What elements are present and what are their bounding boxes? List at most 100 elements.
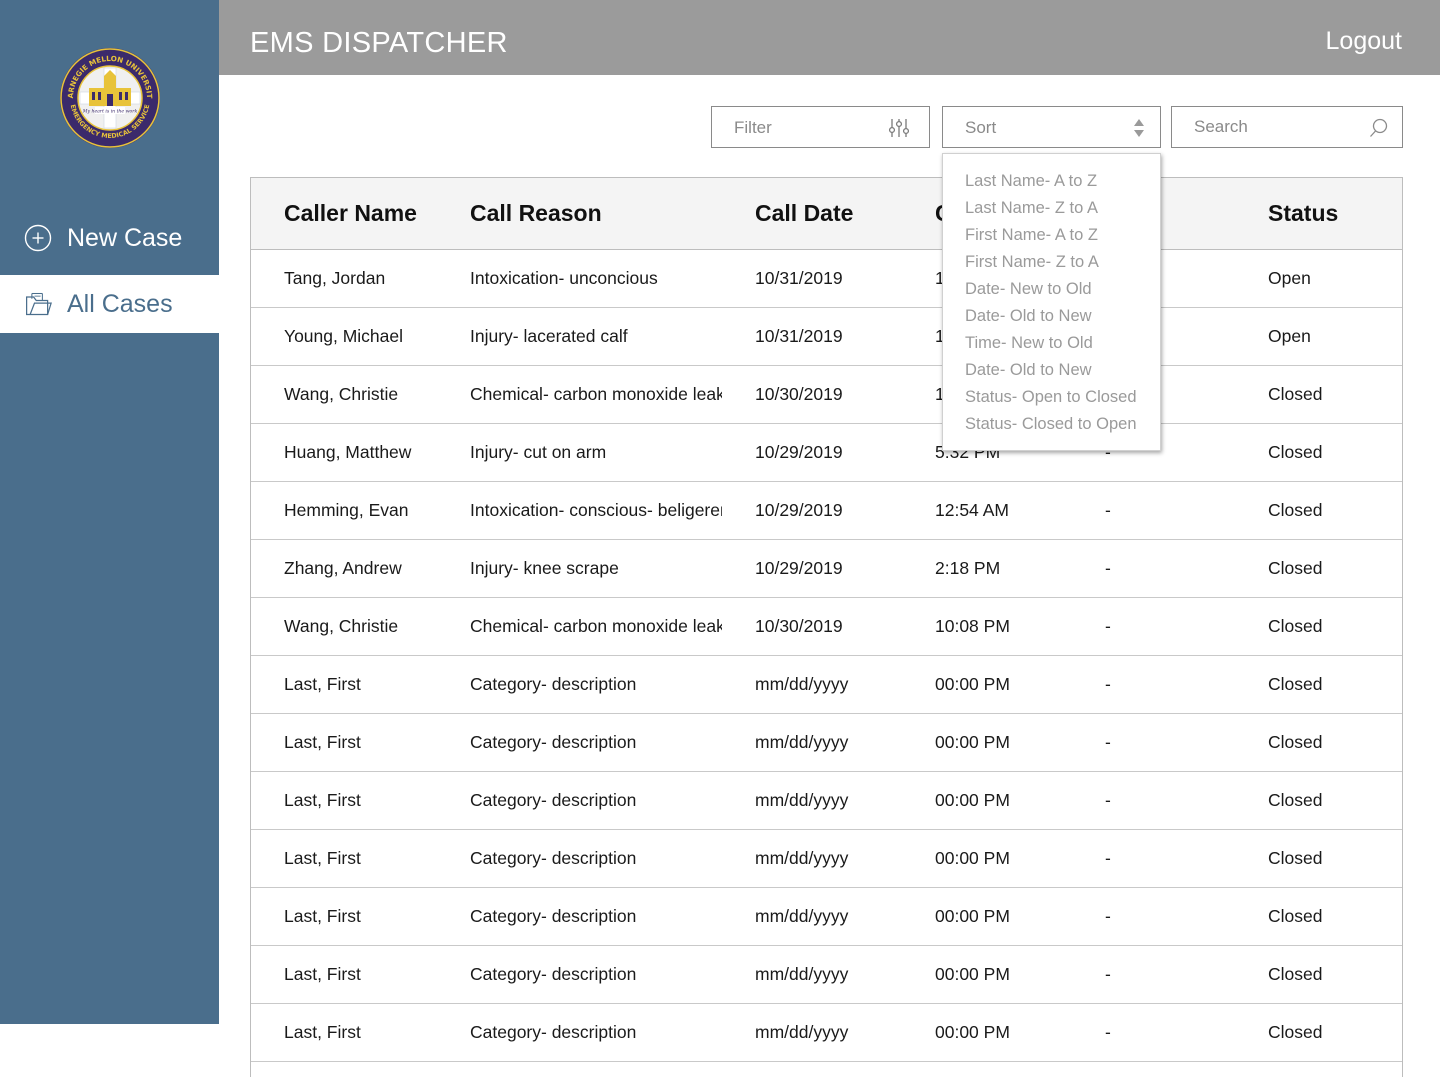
table-row[interactable]: Last, First Category- description mm/dd/yy… <box>251 713 1402 772</box>
cell-call-date: 10/31/2019 <box>722 249 902 308</box>
table-header-row: Caller Name Call Reason Call Date C ETA … <box>251 178 1402 250</box>
sort-option[interactable]: First Name- Z to A <box>943 249 1160 276</box>
cell-call-date: mm/dd/yyyy <box>722 1003 902 1062</box>
cell-call-reason: Chemical- carbon monoxide leak <box>437 365 722 424</box>
cell-eta: - <box>1072 945 1235 1004</box>
table-row[interactable]: Last, First Category- description mm/dd/yy… <box>251 945 1402 1004</box>
table-row[interactable]: Young, Michael Injury- lacerated calf 10/3… <box>251 307 1402 366</box>
cell-eta: - <box>1072 597 1235 656</box>
table-row[interactable]: Zhang, Andrew Injury- knee scrape 10/29/20… <box>251 539 1402 598</box>
cell-call-time: 00:00 PM <box>902 655 1072 714</box>
sort-select[interactable]: Sort <box>942 106 1161 148</box>
sort-option[interactable]: Date- Old to New <box>943 303 1160 330</box>
cell-caller-name: Wang, Christie <box>251 597 437 656</box>
cell-status: Closed <box>1235 1003 1402 1062</box>
sort-option[interactable]: First Name- A to Z <box>943 222 1160 249</box>
table-row[interactable]: Last, First Category- description mm/dd/yy… <box>251 771 1402 830</box>
search-icon[interactable] <box>1368 117 1390 139</box>
sort-option[interactable]: Last Name- Z to A <box>943 195 1160 222</box>
cell-status: Closed <box>1235 655 1402 714</box>
cell-call-reason: Category- description <box>437 945 722 1004</box>
cell-call-date: 10/31/2019 <box>722 307 902 366</box>
cell-call-reason: Category- description <box>437 1003 722 1062</box>
sidebar-item-all-cases[interactable]: All Cases <box>0 275 219 333</box>
table-row[interactable]: Last, First Category- description mm/dd/yy… <box>251 829 1402 888</box>
cell-call-reason: Chemical- carbon monoxide leak <box>437 597 722 656</box>
table-body: Tang, Jordan Intoxication- unconcious 10/3… <box>251 249 1402 1062</box>
sort-option[interactable]: Last Name- A to Z <box>943 168 1160 195</box>
cell-status: Closed <box>1235 771 1402 830</box>
cell-call-date: mm/dd/yyyy <box>722 829 902 888</box>
cell-eta: - <box>1072 655 1235 714</box>
cell-caller-name: Young, Michael <box>251 307 437 366</box>
cell-eta: - <box>1072 829 1235 888</box>
filter-label: Filter <box>734 118 772 137</box>
cell-caller-name: Zhang, Andrew <box>251 539 437 598</box>
cell-status: Closed <box>1235 365 1402 424</box>
cell-call-reason: Intoxication- unconcious <box>437 249 722 308</box>
sort-arrows-icon <box>1134 119 1144 137</box>
cell-status: Closed <box>1235 481 1402 540</box>
search-field <box>1171 106 1403 148</box>
cell-call-reason: Intoxication- conscious- beligerent <box>437 481 722 540</box>
table-row[interactable]: Wang, Christie Chemical- carbon monoxide … <box>251 597 1402 656</box>
cell-call-time: 00:00 PM <box>902 771 1072 830</box>
cases-folder-icon <box>24 290 52 318</box>
sort-dropdown-menu: Last Name- A to Z Last Name- Z to A First … <box>942 153 1161 451</box>
column-header-call-date[interactable]: Call Date <box>722 178 902 250</box>
sidebar-item-new-case[interactable]: New Case <box>0 209 219 267</box>
cell-call-date: 10/30/2019 <box>722 365 902 424</box>
sort-option[interactable]: Status- Open to Closed <box>943 384 1160 411</box>
table-row[interactable]: Wang, Christie Chemical- carbon monoxide … <box>251 365 1402 424</box>
column-header-status[interactable]: Status <box>1235 178 1402 250</box>
sort-option[interactable]: Date- New to Old <box>943 276 1160 303</box>
cell-call-time: 00:00 PM <box>902 945 1072 1004</box>
table-row[interactable]: Hemming, Evan Intoxication- conscious- be… <box>251 481 1402 540</box>
cell-call-reason: Category- description <box>437 829 722 888</box>
sort-option[interactable]: Date- Old to New <box>943 357 1160 384</box>
cell-caller-name: Last, First <box>251 713 437 772</box>
cell-caller-name: Huang, Matthew <box>251 423 437 482</box>
cell-status: Closed <box>1235 423 1402 482</box>
cell-caller-name: Tang, Jordan <box>251 249 437 308</box>
cell-call-date: 10/29/2019 <box>722 423 902 482</box>
cell-caller-name: Wang, Christie <box>251 365 437 424</box>
cell-caller-name: Last, First <box>251 771 437 830</box>
sidebar-item-label: All Cases <box>67 289 173 318</box>
cmu-ems-logo: CARNEGIE MELLON UNIVERSITY EMERGENCY MED… <box>59 47 160 148</box>
logout-button[interactable]: Logout <box>1326 27 1402 56</box>
cell-caller-name: Last, First <box>251 829 437 888</box>
cell-caller-name: Last, First <box>251 945 437 1004</box>
cell-status: Closed <box>1235 829 1402 888</box>
cell-status: Closed <box>1235 945 1402 1004</box>
cell-call-date: 10/30/2019 <box>722 597 902 656</box>
sidebar: CARNEGIE MELLON UNIVERSITY EMERGENCY MED… <box>0 0 219 1024</box>
cell-eta: - <box>1072 481 1235 540</box>
table-row[interactable]: Last, First Category- description mm/dd/yy… <box>251 1003 1402 1062</box>
cell-caller-name: Last, First <box>251 887 437 946</box>
logo-motto: My heart is in the work <box>82 109 138 115</box>
cell-call-date: mm/dd/yyyy <box>722 887 902 946</box>
table-row[interactable]: Tang, Jordan Intoxication- unconcious 10/3… <box>251 249 1402 308</box>
cell-call-time: 00:00 PM <box>902 887 1072 946</box>
column-header-call-reason[interactable]: Call Reason <box>437 178 722 250</box>
sort-option[interactable]: Time- New to Old <box>943 330 1160 357</box>
cell-call-reason: Injury- cut on arm <box>437 423 722 482</box>
cell-status: Closed <box>1235 539 1402 598</box>
table-row[interactable]: Last, First Category- description mm/dd/yy… <box>251 655 1402 714</box>
cell-call-date: 10/29/2019 <box>722 481 902 540</box>
cell-status: Closed <box>1235 713 1402 772</box>
cell-caller-name: Hemming, Evan <box>251 481 437 540</box>
column-header-caller-name[interactable]: Caller Name <box>251 178 437 250</box>
cell-eta: - <box>1072 539 1235 598</box>
table-row[interactable]: Last, First Category- description mm/dd/yy… <box>251 887 1402 946</box>
sort-option[interactable]: Status- Closed to Open <box>943 411 1160 438</box>
cell-caller-name: Last, First <box>251 1003 437 1062</box>
cell-call-reason: Injury- lacerated calf <box>437 307 722 366</box>
cell-eta: - <box>1072 771 1235 830</box>
cell-call-time: 12:54 AM <box>902 481 1072 540</box>
cell-call-reason: Category- description <box>437 713 722 772</box>
table-row[interactable]: Huang, Matthew Injury- cut on arm 10/29/20… <box>251 423 1402 482</box>
filter-button[interactable]: Filter <box>711 106 930 148</box>
cell-eta: - <box>1072 1003 1235 1062</box>
